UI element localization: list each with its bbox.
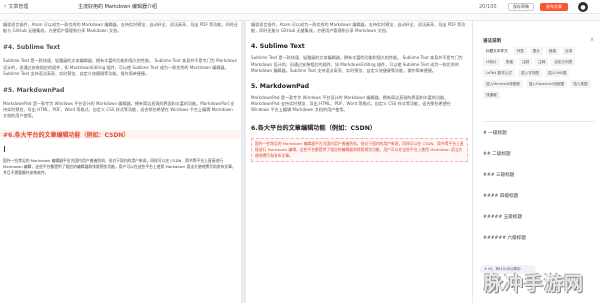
help-tag[interactable]: 自定义列表 — [551, 58, 576, 66]
publish-button[interactable]: 发布文章 — [540, 3, 568, 11]
editor-p4: Sublime Text 是一款快速、轻量级的文本编辑器，拥有丰富的功能和强大的… — [3, 58, 238, 76]
md-heading-2: ## 二级标题 — [483, 152, 511, 157]
help-tag[interactable]: 插入Mermaid流程图 — [483, 80, 523, 88]
preview-h6: 6.各大平台的文章编辑功能（例如：CSDN） — [251, 124, 377, 132]
editor-toolbar — [0, 14, 600, 21]
chevron-left-icon: ‹ — [4, 3, 7, 10]
preview-p5: MarkdownPad 是一款专为 Windows 平台设计的 Markdown… — [251, 95, 451, 113]
md-heading-1: # 一级标题 — [483, 131, 507, 136]
top-bar: ‹ 文章管理 主流好用的 Markdown 编辑器介绍 20/100 保存草稿 … — [0, 0, 600, 14]
avatar[interactable]: ● — [578, 2, 588, 12]
editor-p6: 国外一些常见的 Markdown 编辑器平台为国内用户普遍熟知，但对于国内的用户… — [3, 157, 236, 176]
help-title: 语法说明 — [483, 39, 501, 44]
preview-p4: Sublime Text 是一款快速、轻量级的文本编辑器，拥有丰富的功能和强大的… — [251, 55, 463, 73]
help-tag[interactable]: 列表 — [513, 47, 527, 55]
text-cursor — [4, 145, 5, 152]
close-icon[interactable]: × — [590, 37, 594, 43]
back-label: 文章管理 — [8, 4, 29, 10]
preview-p6: 国外一些常见的 Markdown 编辑器平台为国内用户普遍熟知，但对于国内的用户… — [251, 137, 468, 162]
md-heading-5: ##### 五级标题 — [483, 215, 523, 220]
editor-intro: 编程语言插件，Atom 可以成为一款优秀的 Markdown 编辑器，支持实时预… — [3, 22, 238, 34]
editor-h4: #4. Sublime Text — [3, 44, 61, 52]
site-watermark: 脉冲手游网 — [470, 267, 594, 299]
help-tag[interactable]: 快捷键 — [483, 91, 500, 99]
back-to-article-manage[interactable]: ‹ 文章管理 — [4, 3, 28, 10]
md-heading-4: #### 四级标题 — [483, 194, 519, 199]
help-tag[interactable]: 表格 — [502, 58, 516, 66]
help-tag-list: 标题文本样式 列表 图片 链接 目录 代码片 表格 注脚 注释 自定义列表 La… — [483, 47, 595, 99]
md-heading-3: ### 三级标题 — [483, 173, 515, 178]
help-tag[interactable]: 注脚 — [518, 58, 533, 66]
title-char-counter: 20/100 — [479, 4, 497, 10]
help-divider — [483, 121, 595, 122]
help-tag[interactable]: 标题文本样式 — [483, 47, 511, 55]
preview-h4: 4. Sublime Text — [251, 43, 305, 51]
preview-intro: 编程语言插件，Atom 可以成为一款优秀的 Markdown 编辑器，支持实时预… — [251, 22, 466, 34]
syntax-help-panel: 语法说明 × 标题文本样式 列表 图片 链接 目录 代码片 表格 注脚 注释 自… — [472, 21, 600, 303]
md-heading-6: ###### 六级标题 — [483, 236, 526, 241]
help-tag[interactable]: 图片 — [529, 47, 543, 55]
editor-h5: #5. MarkdownPad — [3, 87, 65, 95]
help-tag[interactable]: 代码片 — [483, 58, 500, 66]
help-tag[interactable]: 插入类图 — [570, 80, 591, 88]
help-tag[interactable]: LaTeX 数学公式 — [483, 69, 515, 77]
help-tag[interactable]: 插入Flowchart流程图 — [525, 80, 568, 88]
help-tag[interactable]: 目录 — [562, 47, 576, 55]
preview-h5: 5. MarkdownPad — [251, 83, 310, 91]
markdown-preview: 编程语言插件，Atom 可以成为一款优秀的 Markdown 编辑器，支持实时预… — [246, 21, 472, 303]
article-title-input[interactable]: 主流好用的 Markdown 编辑器介绍 — [75, 2, 485, 11]
editor-h6: #6.各大平台的文章编辑功能（例如：CSDN） — [0, 129, 241, 139]
help-tag[interactable]: 链接 — [545, 47, 560, 55]
save-draft-button[interactable]: 保存草稿 — [508, 3, 534, 11]
github-icon: ● — [580, 3, 586, 11]
help-tag[interactable]: 插入甘特图 — [517, 69, 542, 77]
help-tag[interactable]: 注释 — [535, 58, 549, 66]
watermark-text: 脉冲手游网 — [484, 273, 585, 295]
editor-p5: MarkdownPad 是一款专为 Windows 平台设计的 Markdown… — [3, 101, 235, 119]
help-tag[interactable]: 插入UML图 — [544, 69, 570, 77]
markdown-editor[interactable]: 编程语言插件，Atom 可以成为一款优秀的 Markdown 编辑器，支持实时预… — [0, 21, 241, 303]
